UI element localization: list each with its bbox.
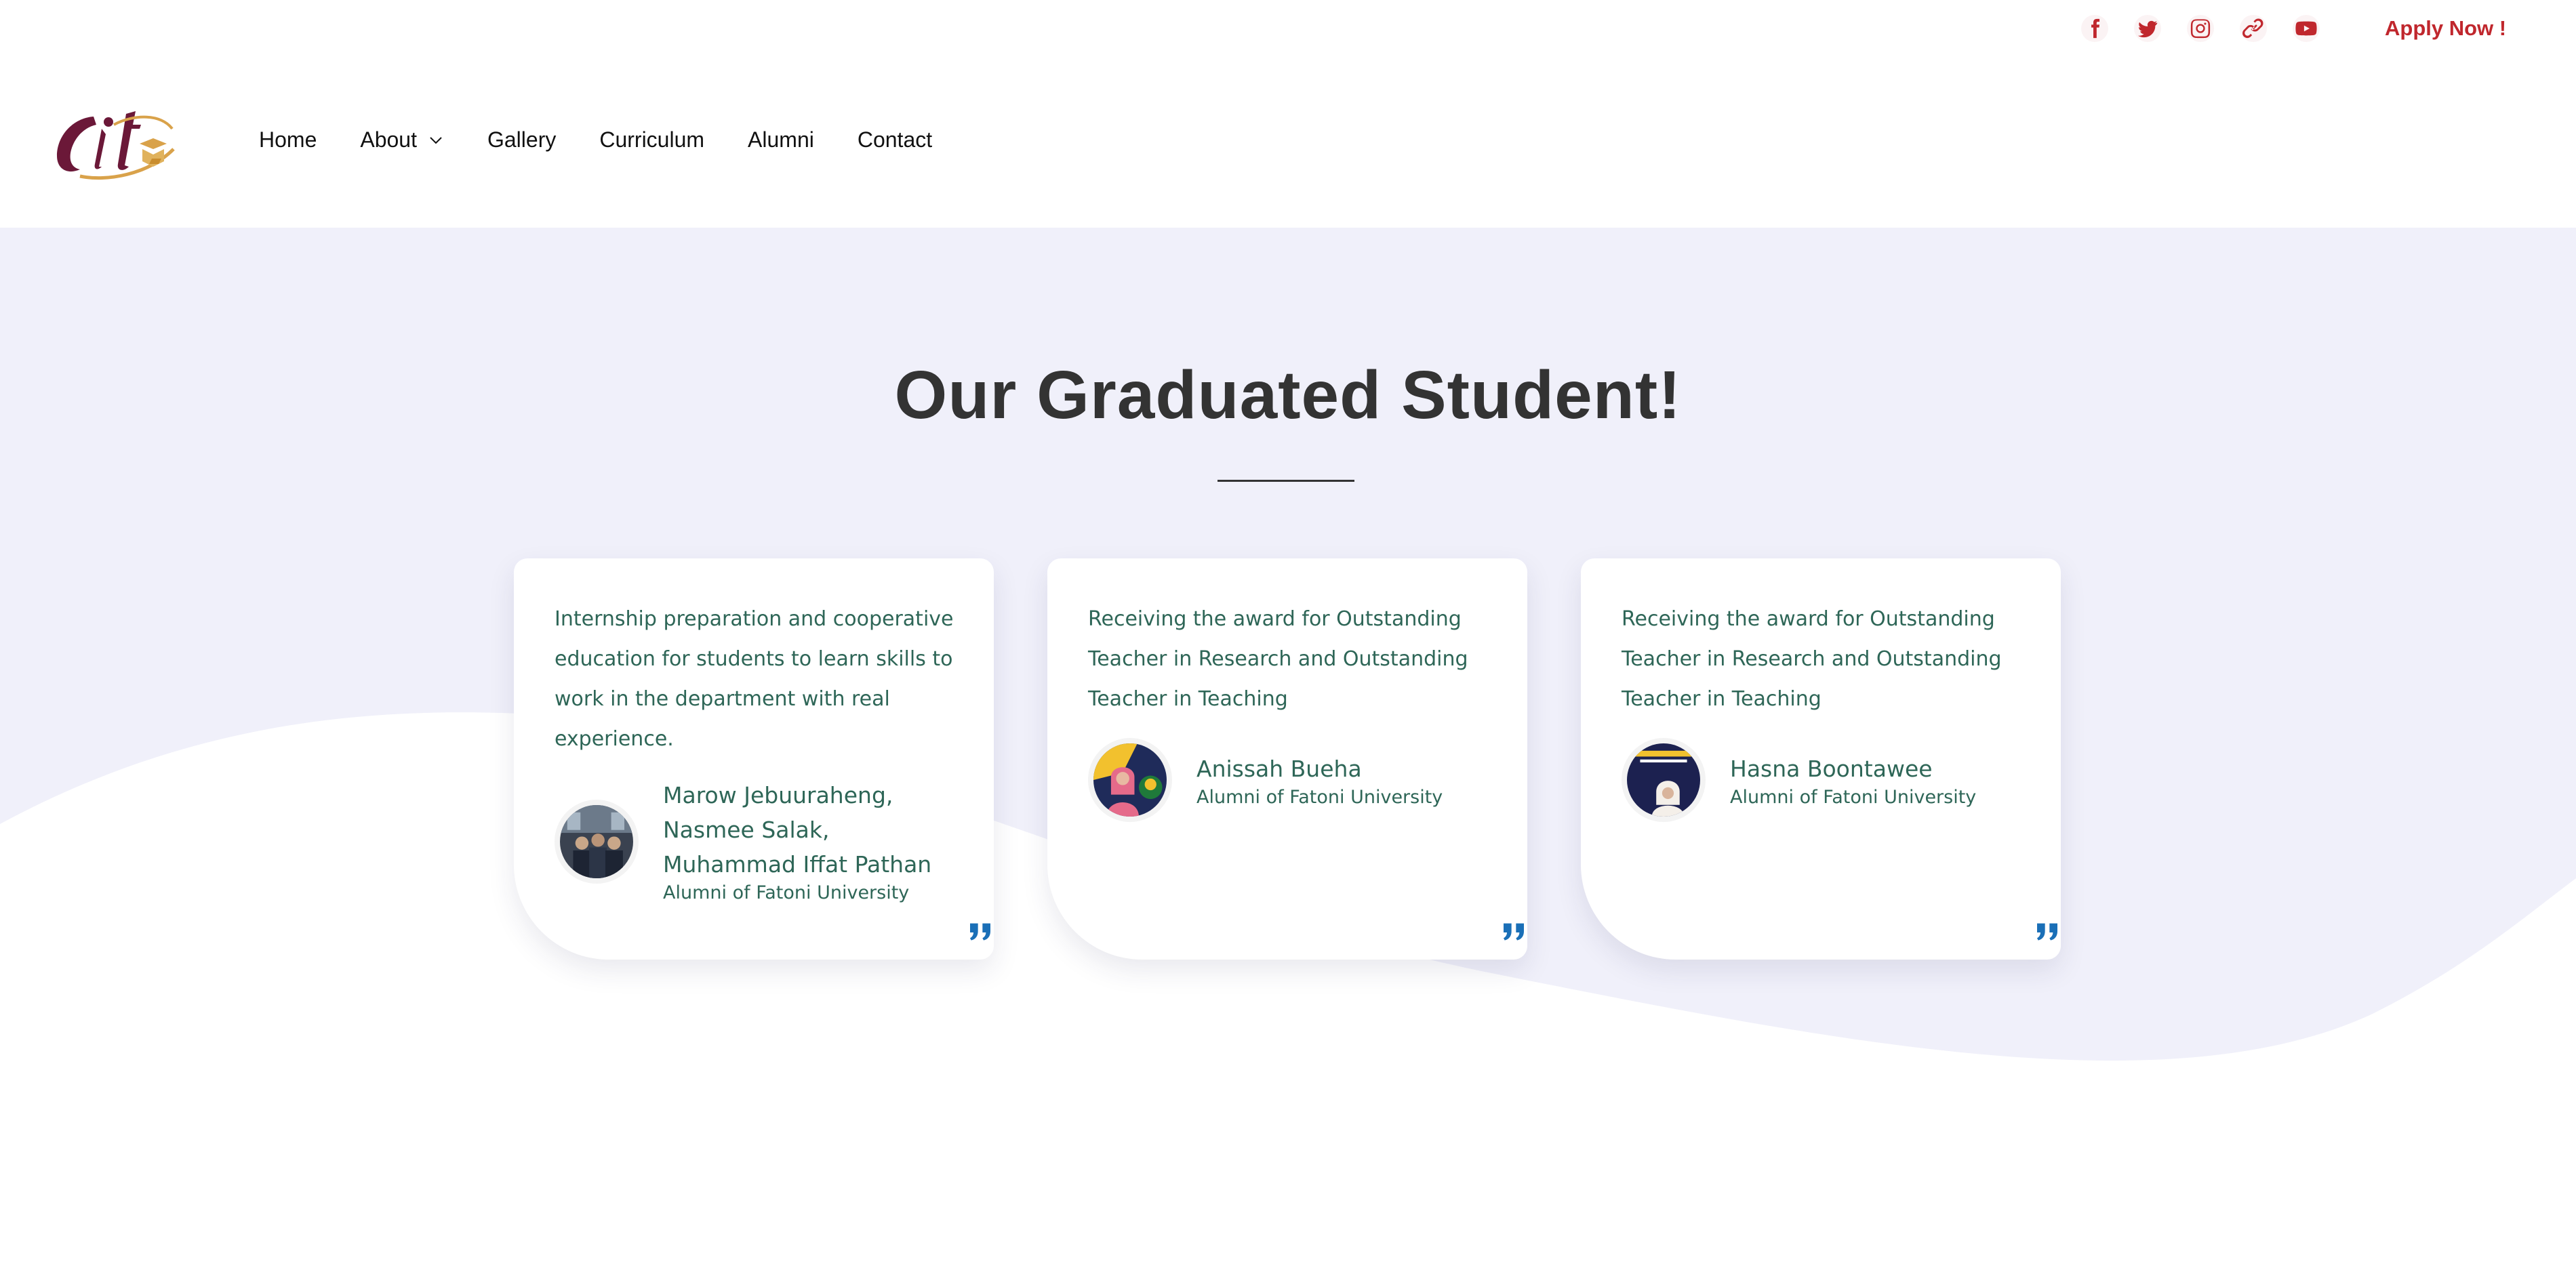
- nav-contact[interactable]: Contact: [858, 127, 932, 152]
- graduated-students-section: Our Graduated Student! Internship prepar…: [0, 228, 2576, 1274]
- link-icon[interactable]: [2240, 15, 2267, 42]
- social-links: [2081, 15, 2320, 42]
- cit-logo-icon[interactable]: [53, 102, 178, 183]
- nav-label: Curriculum: [599, 127, 705, 152]
- quote-icon: [2034, 919, 2061, 946]
- testimonial-author: Anissah Bueha Alumni of Fatoni Universit…: [1088, 738, 1488, 822]
- author-role: Alumni of Fatoni University: [1196, 786, 1443, 808]
- testimonial-text: Receiving the award for Outstanding Teac…: [1088, 607, 1468, 711]
- group-photo-avatar: [555, 799, 639, 884]
- author-name: Marow Jebuuraheng, Nasmee Salak, Muhamma…: [663, 782, 932, 878]
- nav-label: Alumni: [748, 127, 814, 152]
- section-title: Our Graduated Student!: [894, 357, 1682, 433]
- nav-label: Contact: [857, 127, 933, 152]
- top-bar: Apply Now !: [0, 0, 2576, 61]
- testimonial-card: Receiving the award for Outstanding Teac…: [1047, 558, 1527, 960]
- facebook-icon[interactable]: [2081, 15, 2108, 42]
- author-role: Alumni of Fatoni University: [1730, 786, 1977, 808]
- site-header: Home About Gallery Curriculum Alumni Con…: [0, 61, 2576, 228]
- award-photo-avatar: [1622, 738, 1706, 822]
- instagram-icon[interactable]: [2187, 15, 2214, 42]
- nav-label: Home: [259, 127, 317, 152]
- main-nav: Home About Gallery Curriculum Alumni Con…: [259, 127, 975, 152]
- author-name: Hasna Boontawee: [1730, 755, 1933, 782]
- nav-about[interactable]: About: [360, 127, 444, 152]
- nav-home[interactable]: Home: [259, 127, 317, 152]
- award-photo-avatar: [1088, 738, 1172, 822]
- nav-label: About: [360, 127, 417, 152]
- testimonial-text: Internship preparation and cooperative e…: [555, 607, 954, 751]
- author-name: Anissah Bueha: [1196, 755, 1362, 782]
- chevron-down-icon: [430, 136, 442, 144]
- nav-label: Gallery: [487, 127, 557, 152]
- author-info: Anissah Bueha Alumni of Fatoni Universit…: [1196, 752, 1443, 809]
- twitter-icon[interactable]: [2134, 15, 2161, 42]
- nav-alumni[interactable]: Alumni: [748, 127, 814, 152]
- author-info: Marow Jebuuraheng, Nasmee Salak, Muhamma…: [663, 778, 954, 905]
- author-role: Alumni of Fatoni University: [663, 882, 910, 903]
- author-info: Hasna Boontawee Alumni of Fatoni Univers…: [1730, 752, 1976, 809]
- youtube-icon[interactable]: [2293, 15, 2320, 42]
- title-divider: [1217, 480, 1354, 482]
- quote-icon: [1500, 919, 1527, 946]
- nav-gallery[interactable]: Gallery: [487, 127, 556, 152]
- quote-icon: [967, 919, 994, 946]
- testimonial-card: Receiving the award for Outstanding Teac…: [1581, 558, 2061, 960]
- testimonial-author: Marow Jebuuraheng, Nasmee Salak, Muhamma…: [555, 778, 954, 905]
- testimonial-card: Internship preparation and cooperative e…: [514, 558, 994, 960]
- nav-curriculum[interactable]: Curriculum: [599, 127, 704, 152]
- testimonial-author: Hasna Boontawee Alumni of Fatoni Univers…: [1622, 738, 2021, 822]
- apply-now-link[interactable]: Apply Now !: [2385, 16, 2506, 41]
- testimonial-text: Receiving the award for Outstanding Teac…: [1622, 607, 2002, 711]
